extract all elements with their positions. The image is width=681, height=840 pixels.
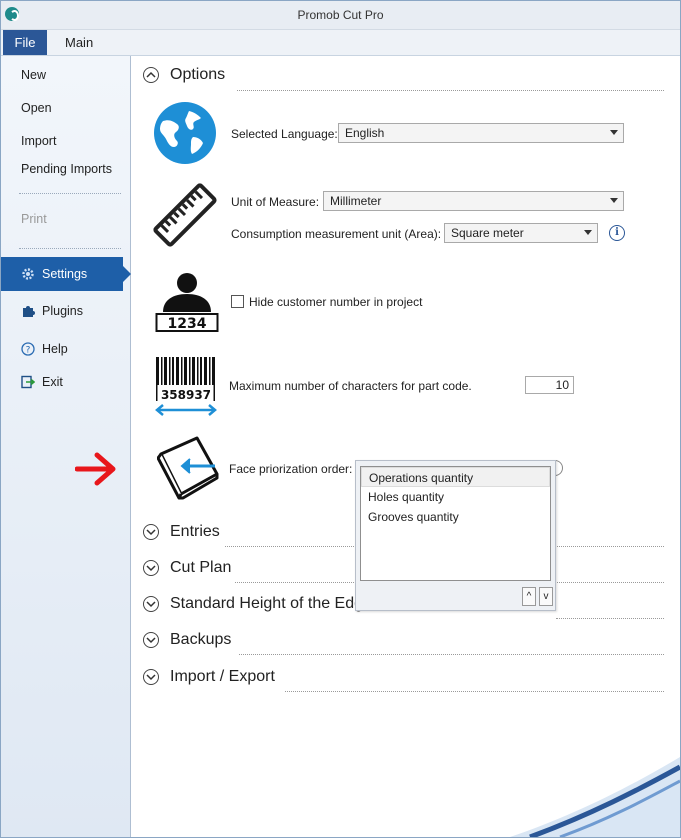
section-divider xyxy=(239,654,664,655)
sidebar-item-plugins[interactable]: Plugins xyxy=(21,304,83,318)
section-entries-header[interactable]: Entries xyxy=(143,523,220,541)
sidebar-item-new[interactable]: New xyxy=(21,68,46,82)
decorative-swoosh xyxy=(510,757,680,837)
sidebar-item-label: Exit xyxy=(42,375,63,389)
section-divider xyxy=(285,691,664,692)
title-bar: Promob Cut Pro xyxy=(1,1,680,30)
sidebar-item-label: Plugins xyxy=(42,304,83,318)
window-title: Promob Cut Pro xyxy=(297,8,384,22)
section-options-header[interactable]: Options xyxy=(143,66,225,84)
sidebar-item-exit[interactable]: Exit xyxy=(21,375,63,389)
section-divider xyxy=(237,90,664,91)
tab-file[interactable]: File xyxy=(3,30,47,55)
gear-icon xyxy=(21,267,35,281)
section-title: Backups xyxy=(170,631,232,648)
face-priorization-label: Face priorization order: xyxy=(229,462,353,476)
consumption-label: Consumption measurement unit (Area): xyxy=(231,227,442,241)
list-item[interactable]: Grooves quantity xyxy=(361,507,550,527)
sidebar-item-help[interactable]: ? Help xyxy=(21,342,68,356)
sidebar-item-import[interactable]: Import xyxy=(21,134,56,148)
language-select[interactable]: English xyxy=(338,123,624,143)
barcode-icon: 358937 xyxy=(155,357,217,416)
sidebar-divider xyxy=(19,193,121,194)
section-title: Standard Height of the Edg xyxy=(170,595,364,612)
barcode-icon-text: 358937 xyxy=(161,388,211,402)
book-icon xyxy=(157,436,219,500)
section-backups-header[interactable]: Backups xyxy=(143,631,231,649)
face-priorization-list[interactable]: Operations quantity Holes quantity Groov… xyxy=(360,466,551,581)
puzzle-icon xyxy=(21,304,35,318)
unit-select[interactable]: Millimeter xyxy=(323,191,624,211)
tab-main[interactable]: Main xyxy=(59,30,99,55)
expand-icon xyxy=(143,596,159,612)
exit-icon xyxy=(21,375,35,389)
sidebar-item-print[interactable]: Print xyxy=(21,212,47,226)
svg-text:?: ? xyxy=(26,346,31,356)
partcode-label: Maximum number of characters for part co… xyxy=(229,379,472,393)
expand-icon xyxy=(143,524,159,540)
sidebar-item-settings[interactable]: Settings xyxy=(21,267,87,281)
sidebar-item-label: Settings xyxy=(42,267,88,281)
ribbon-bar: File Main xyxy=(1,30,680,56)
list-item[interactable]: Operations quantity xyxy=(361,467,550,487)
section-title: Options xyxy=(170,66,226,83)
section-standard-height-header[interactable]: Standard Height of the Edg xyxy=(143,595,363,613)
section-title: Cut Plan xyxy=(170,559,232,576)
globe-icon xyxy=(154,102,216,164)
section-title: Entries xyxy=(170,523,220,540)
customer-icon-text: 1234 xyxy=(168,316,207,332)
unit-value: Millimeter xyxy=(330,194,382,208)
sidebar-divider xyxy=(19,248,121,249)
collapse-icon xyxy=(143,67,159,83)
language-label: Selected Language: xyxy=(231,127,338,141)
hide-customer-checkbox[interactable] xyxy=(231,295,244,308)
partcode-length-input[interactable]: 10 xyxy=(525,376,574,394)
move-up-button[interactable]: ^ xyxy=(522,587,536,606)
sidebar-item-pending-imports[interactable]: Pending Imports xyxy=(21,162,112,176)
app-window: Promob Cut Pro File Main New Open Import… xyxy=(0,0,681,838)
language-value: English xyxy=(345,126,385,140)
red-arrow-annotation xyxy=(75,452,116,486)
expand-icon xyxy=(143,669,159,685)
hide-customer-label: Hide customer number in project xyxy=(249,295,423,309)
customer-icon: 1234 xyxy=(155,273,219,332)
move-down-button[interactable]: v xyxy=(539,587,553,606)
chevron-down-icon xyxy=(610,198,618,203)
consumption-select[interactable]: Square meter xyxy=(444,223,598,243)
unit-label: Unit of Measure: xyxy=(231,195,320,209)
settings-content: Options Selected Language: English Unit … xyxy=(75,56,680,837)
sidebar-item-label: Help xyxy=(42,342,68,356)
expand-icon xyxy=(143,632,159,648)
section-divider xyxy=(556,618,664,619)
help-icon: ? xyxy=(21,342,35,356)
sidebar: New Open Import Pending Imports Print Se… xyxy=(1,56,131,837)
sidebar-item-open[interactable]: Open xyxy=(21,101,52,115)
face-priorization-popup: Operations quantity Holes quantity Groov… xyxy=(355,460,556,611)
section-import-export-header[interactable]: Import / Export xyxy=(143,668,275,686)
info-icon[interactable]: i xyxy=(609,225,625,241)
consumption-value: Square meter xyxy=(451,226,524,240)
chevron-down-icon xyxy=(584,230,592,235)
ruler-icon xyxy=(153,183,217,247)
expand-icon xyxy=(143,560,159,576)
list-item[interactable]: Holes quantity xyxy=(361,487,550,507)
section-cut-plan-header[interactable]: Cut Plan xyxy=(143,559,231,577)
section-title: Import / Export xyxy=(170,668,275,685)
chevron-down-icon xyxy=(610,130,618,135)
